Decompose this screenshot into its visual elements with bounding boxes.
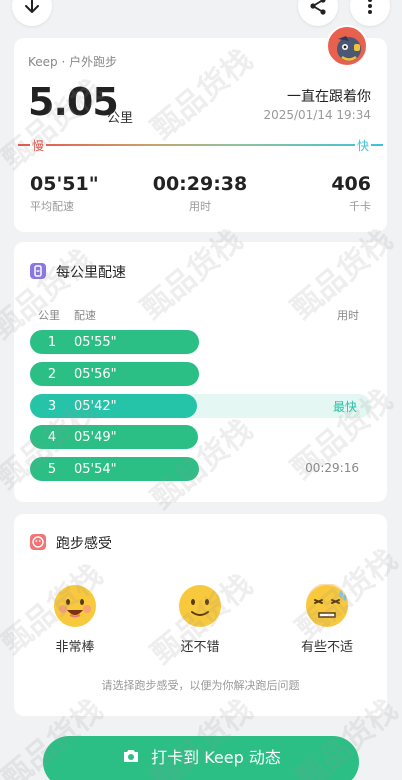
splits-title: 每公里配速 [56,265,126,281]
feeling-option-uncomfortable[interactable]: 有些不适 [289,584,365,656]
distance-unit: 公里 [107,111,134,126]
feeling-label: 有些不适 [300,640,353,655]
split-km: 3 [47,398,57,414]
split-row-3: 3 05'42" [30,394,197,418]
splits-icon [30,263,46,279]
split-pace: 05'49" [74,429,117,445]
pace-gradient-bar [18,144,383,146]
split-pace: 05'55" [74,334,117,350]
split-row-4: 4 05'49" [30,425,198,449]
split-km: 4 [47,429,57,445]
stat-duration: 00:29:38 用时 [150,173,250,214]
stat-label: 用时 [189,200,211,213]
total-split-time: 00:29:16 [305,461,359,475]
checkin-button[interactable]: 打卡到 Keep 动态 [43,736,359,780]
split-km: 5 [47,461,57,477]
download-icon [25,0,39,13]
splits-card: 每公里配速 公里 配速 用时 1 05'55" 2 05'56" 3 05'42… [14,242,387,502]
feeling-hint: 请选择跑步感受，以便为你解决跑后问题 [101,679,300,692]
stat-label: 平均配速 [30,200,74,213]
stat-value: 00:29:38 [152,173,248,195]
split-pace: 05'56" [74,366,117,382]
smiling-face-icon [179,585,221,627]
grinning-face-icon [54,585,96,627]
stat-label: 千卡 [349,200,371,213]
distance-value: 5.05 [28,80,119,124]
stat-value: 05'51" [30,173,99,195]
feeling-title: 跑步感受 [56,536,112,552]
checkin-label: 打卡到 Keep 动态 [151,748,281,767]
summary-card: Keep · 户外跑步 5.05 公里 一直在跟着你 2025/01/14 19… [14,25,387,232]
stat-calories: 406 千卡 [331,173,371,214]
slow-label: 慢 [30,137,47,154]
fastest-badge: 最快 [332,400,357,414]
split-pace: 05'42" [74,398,117,414]
nickname: 一直在跟着你 [287,89,371,105]
feeling-option-great[interactable]: 非常棒 [39,584,111,656]
feeling-icon [30,534,46,550]
sweating-face-icon [306,584,348,627]
feeling-option-good[interactable]: 还不错 [164,584,236,656]
stat-value: 406 [331,173,371,195]
stat-avg-pace: 05'51" 平均配速 [30,173,99,214]
col-pace-header: 配速 [74,309,96,322]
col-km-header: 公里 [38,309,60,322]
split-row-2: 2 05'56" [30,362,199,386]
datetime: 2025/01/14 19:34 [263,108,371,122]
more-vertical-icon [368,0,372,14]
split-row-1: 1 05'55" [30,330,199,354]
avatar[interactable] [326,25,368,67]
split-km: 1 [47,334,57,350]
feeling-card: 跑步感受 非常棒 还不错 有些不适 请选择跑步感受，以便为你解决跑后问题 [14,514,387,716]
fast-label: 快 [354,137,371,154]
split-pace: 05'54" [74,461,117,477]
feeling-label: 非常棒 [55,640,95,655]
download-button[interactable] [12,0,52,26]
share-button[interactable] [298,0,338,26]
col-time-header: 用时 [337,309,359,322]
avatar-image [337,36,361,61]
more-button[interactable] [350,0,390,26]
share-icon [310,0,326,15]
feeling-label: 还不错 [180,640,220,655]
split-row-5: 5 05'54" [30,457,199,481]
source-label: Keep · 户外跑步 [28,55,118,69]
camera-icon [124,750,139,762]
split-km: 2 [47,366,57,382]
